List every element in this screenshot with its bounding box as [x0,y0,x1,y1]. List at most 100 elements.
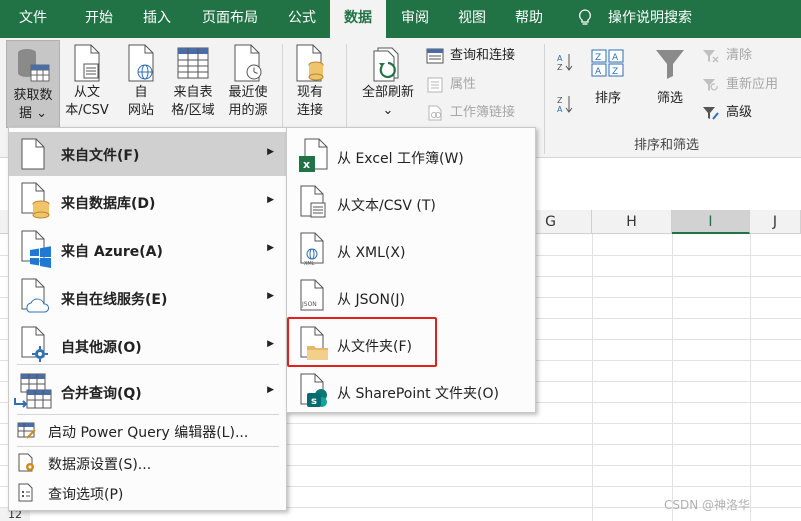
submenu-item-label: 从 Excel 工作簿(W) [337,151,464,167]
tab-data[interactable]: 数据 [330,0,386,38]
properties-label: 属性 [450,77,477,92]
menu-item-from-file[interactable]: 来自文件(F) ▶ [9,132,286,176]
svg-text:x: x [303,158,310,171]
submenu-item-json[interactable]: JSON 从 JSON(J) [287,273,535,319]
file-icon [21,138,45,170]
from-web-label-2: 网站 [127,103,154,118]
gear-file-icon [21,326,48,362]
queries-connections-button[interactable]: 查询和连接 [426,45,536,67]
sort-z-to-a-button[interactable]: Z A [556,94,580,116]
recent-sources-button[interactable]: 最近使 用的源 [222,44,274,128]
database-table-icon [18,49,50,82]
menu-item-label: 来自在线服务(E) [61,292,168,308]
menu-item-label: 数据源设置(S)... [48,457,152,473]
refresh-all-label-1: 全部刷新 [361,85,414,100]
submenu-item-text-csv[interactable]: 从文本/CSV (T) [287,179,535,225]
tab-view[interactable]: 视图 [444,0,500,38]
get-data-label-2: 据 ⌄ [18,106,48,121]
properties-button[interactable]: 属性 [426,74,536,96]
recent-sources-label-2: 用的源 [228,103,268,118]
column-header-j[interactable]: J [750,210,801,234]
grid-line [750,234,751,521]
from-web-label-1: 自 [134,85,148,100]
reapply-button[interactable]: 重新应用 [702,74,797,96]
sort-button[interactable]: Z A A Z 排序 [588,44,628,128]
advanced-filter-button[interactable]: 高级 [702,102,792,124]
menu-item-label: 来自文件(F) [61,148,140,164]
column-header-i[interactable]: I [672,210,750,234]
json-file-icon: JSON [300,279,324,311]
submenu-arrow-icon: ▶ [267,243,274,253]
existing-connections-button[interactable]: 现有 连接 [288,44,332,128]
ribbon-separator [346,44,347,130]
sort-descending-icon: Z A [557,96,573,114]
ribbon-separator [544,44,545,154]
from-table-range-button[interactable]: 来自表 格/区域 [166,44,220,128]
existing-connections-label-1: 现有 [296,85,323,100]
advanced-filter-icon [703,107,719,120]
menu-item-online-services[interactable]: 来自在线服务(E) ▶ [9,274,286,320]
refresh-all-label-2: ⌄ [382,103,394,118]
refresh-icon [373,47,399,82]
tab-insert[interactable]: 插入 [128,0,186,38]
menu-item-label: 来自 Azure(A) [61,244,163,260]
column-header-h[interactable]: H [592,210,672,234]
menu-item-launch-power-query[interactable]: 启动 Power Query 编辑器(L)... [9,416,286,446]
menu-item-label: 合并查询(Q) [61,386,142,402]
menu-item-label: 自其他源(O) [61,340,142,356]
reapply-label: 重新应用 [726,77,779,92]
database-file-icon [21,182,50,219]
from-text-csv-button[interactable]: 从文 本/CSV [60,44,114,128]
edit-links-label: 工作簿链接 [450,105,516,120]
existing-connections-label-2: 连接 [296,103,323,118]
edit-links-button[interactable]: 工作簿链接 [426,102,536,124]
from-web-button[interactable]: 自 网站 [120,44,162,128]
query-options-icon [18,483,33,502]
from-text-label-2: 本/CSV [65,103,109,118]
menu-item-combine-queries[interactable]: 合并查询(Q) ▶ [9,368,286,414]
table-icon [177,47,209,79]
from-table-label-2: 格/区域 [171,103,215,118]
sort-a-to-z-button[interactable]: A Z [556,52,580,74]
tab-file[interactable]: 文件 [0,0,66,38]
submenu-item-excel-workbook[interactable]: x 从 Excel 工作簿(W) [287,132,535,178]
from-table-label-1: 来自表 [173,85,213,100]
tab-review[interactable]: 审阅 [388,0,442,38]
filter-button[interactable]: 筛选 [650,44,690,128]
tab-home[interactable]: 开始 [70,0,128,38]
menu-item-other-sources[interactable]: 自其他源(O) ▶ [9,322,286,368]
lightbulb-icon [579,9,591,25]
get-data-button[interactable]: 获取数 据 ⌄ [6,40,60,128]
menu-item-from-azure[interactable]: 来自 Azure(A) ▶ [9,226,286,272]
tab-page-layout[interactable]: 页面布局 [188,0,272,38]
properties-icon [427,77,443,93]
submenu-item-label: 从 SharePoint 文件夹(O) [337,386,500,402]
tab-formulas[interactable]: 公式 [274,0,330,38]
svg-text:JSON: JSON [301,301,317,308]
svg-text:s: s [311,396,317,407]
svg-text:A: A [595,67,602,77]
grid-line [592,234,593,521]
menu-item-data-source-settings[interactable]: 数据源设置(S)... [9,448,286,478]
sharepoint-icon: s [300,373,327,407]
menu-item-label: 查询选项(P) [48,487,124,503]
tab-help[interactable]: 帮助 [500,0,558,38]
menu-item-query-options[interactable]: 查询选项(P) [9,478,286,508]
svg-text:Z: Z [557,63,563,72]
refresh-all-button[interactable]: 全部刷新 ⌄ [356,44,420,128]
funnel-icon [656,50,684,79]
sort-dialog-icon: Z A A Z [591,49,624,77]
submenu-item-xml[interactable]: XML 从 XML(X) [287,226,535,272]
submenu-item-label: 从 JSON(J) [337,292,406,308]
submenu-item-sharepoint-folder[interactable]: s 从 SharePoint 文件夹(O) [287,367,535,413]
watermark-text: CSDN @神洛华 [664,498,751,512]
queries-panel-icon [426,48,444,64]
menu-item-from-database[interactable]: 来自数据库(D) ▶ [9,178,286,224]
sort-filter-group-label: 排序和筛选 [634,138,700,153]
recent-clock-file-icon [234,44,262,82]
clear-filter-button[interactable]: 清除 [702,45,792,67]
menu-item-label: 启动 Power Query 编辑器(L)... [48,425,249,441]
menu-separator [17,364,279,365]
web-page-icon [128,44,154,82]
highlight-annotation-box [287,317,437,367]
